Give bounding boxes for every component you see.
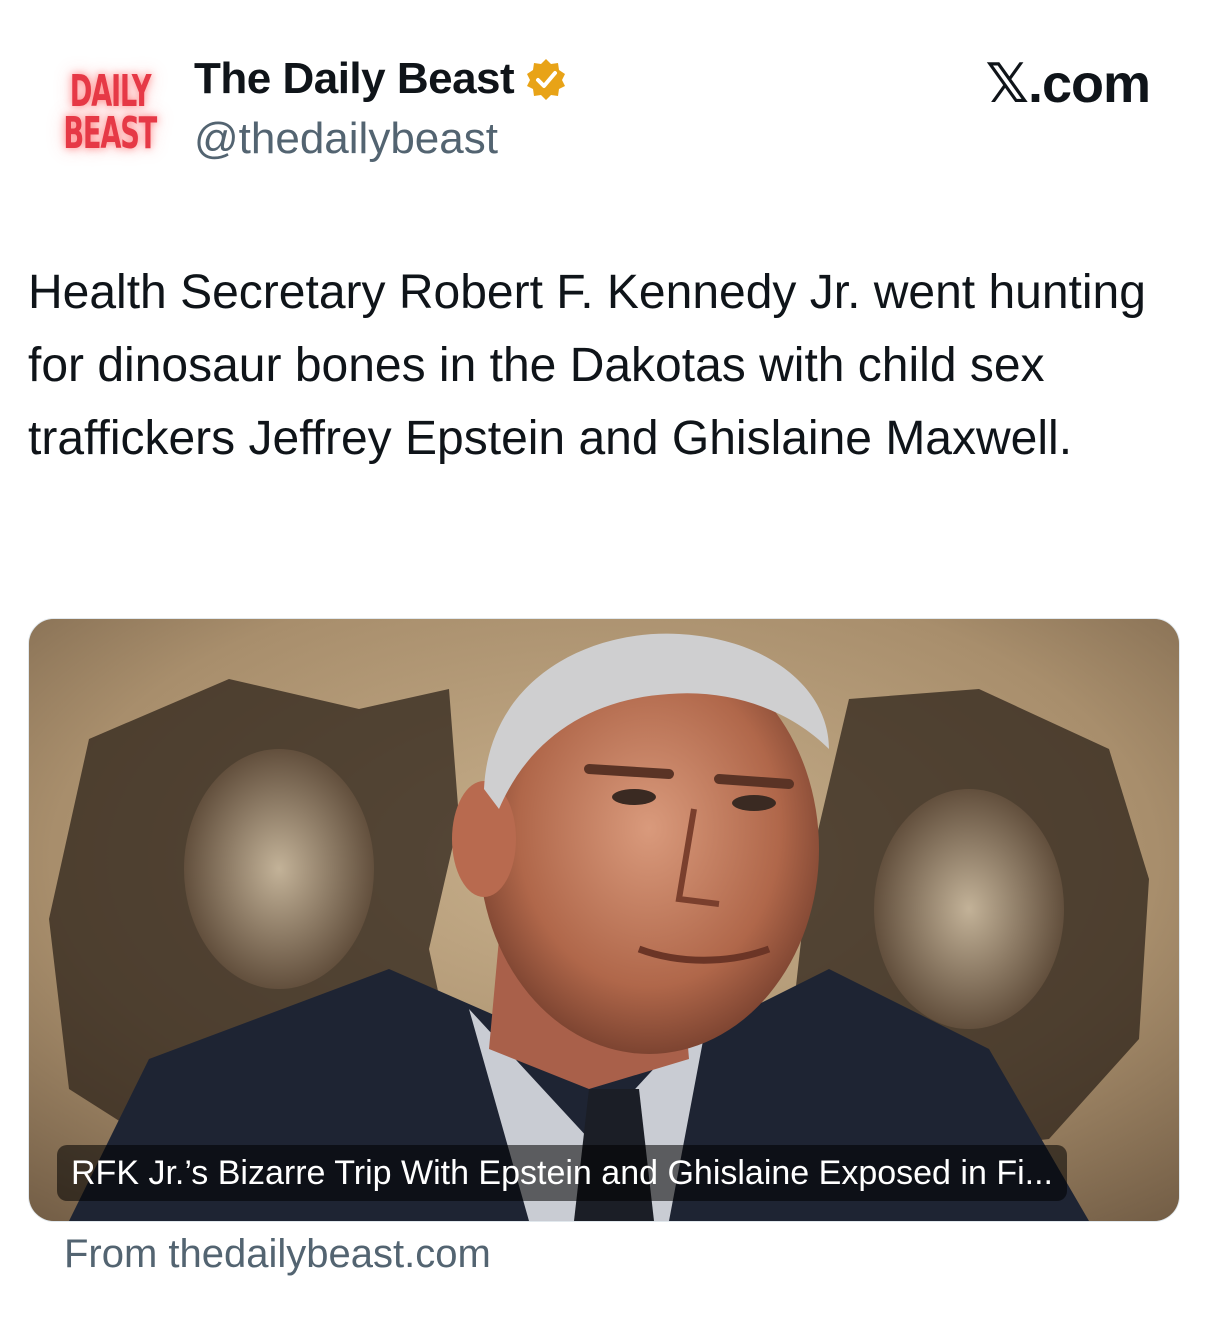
daily-beast-logo[interactable]: DAILY BEAST	[50, 58, 170, 168]
verified-badge-icon	[527, 59, 566, 100]
account-handle[interactable]: @thedailybeast	[194, 114, 498, 164]
card-source-link[interactable]: From thedailybeast.com	[64, 1232, 491, 1277]
account-name-row: The Daily Beast	[194, 54, 568, 104]
logo-line-daily: DAILY	[69, 66, 152, 118]
x-site-label: 𝕏.com	[985, 54, 1151, 114]
article-image	[29, 619, 1179, 1221]
logo-line-beast: BEAST	[63, 108, 158, 159]
tweet-text: Health Secretary Robert F. Kennedy Jr. w…	[28, 266, 1146, 465]
link-card[interactable]: RFK Jr.’s Bizarre Trip With Epstein and …	[28, 618, 1180, 1222]
account-name[interactable]: The Daily Beast	[194, 54, 515, 104]
card-title[interactable]: RFK Jr.’s Bizarre Trip With Epstein and …	[57, 1145, 1067, 1201]
tweet-header: DAILY BEAST The Daily Beast @thedailybea…	[28, 48, 1178, 178]
